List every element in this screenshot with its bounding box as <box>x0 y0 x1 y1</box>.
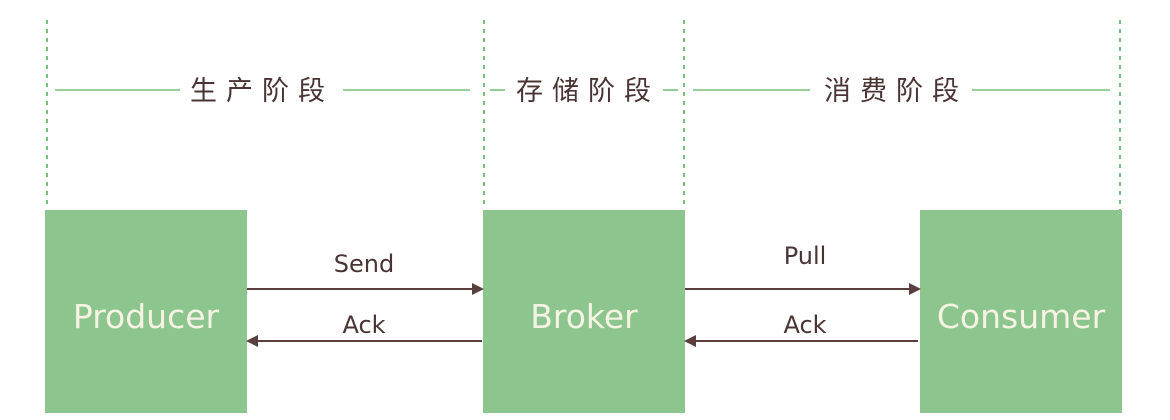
node-consumer: Consumer <box>920 210 1122 413</box>
ack-producer-label: Ack <box>342 311 385 339</box>
pull-label: Pull <box>784 242 827 270</box>
edge-ack-producer: Ack <box>246 311 482 347</box>
stage-label-storage: 存储阶段 <box>516 76 660 107</box>
node-broker: Broker <box>483 210 685 413</box>
consumer-label: Consumer <box>937 297 1106 336</box>
stage-label-production: 生产阶段 <box>190 76 334 107</box>
broker-label: Broker <box>530 297 638 336</box>
ack-producer-arrowhead <box>246 335 258 347</box>
pull-arrowhead <box>909 283 921 295</box>
edge-send: Send <box>247 250 484 295</box>
producer-label: Producer <box>73 297 220 336</box>
send-label: Send <box>334 250 394 278</box>
stage-label-consumption: 消费阶段 <box>824 76 968 107</box>
ack-broker-label: Ack <box>783 311 826 339</box>
ack-broker-arrowhead <box>684 335 696 347</box>
edge-pull: Pull <box>685 242 921 295</box>
node-producer: Producer <box>45 210 247 413</box>
send-arrowhead <box>472 283 484 295</box>
message-flow-diagram: 生产阶段 存储阶段 消费阶段 Producer Broker Consumer … <box>45 20 1122 413</box>
edge-ack-broker: Ack <box>684 311 918 347</box>
